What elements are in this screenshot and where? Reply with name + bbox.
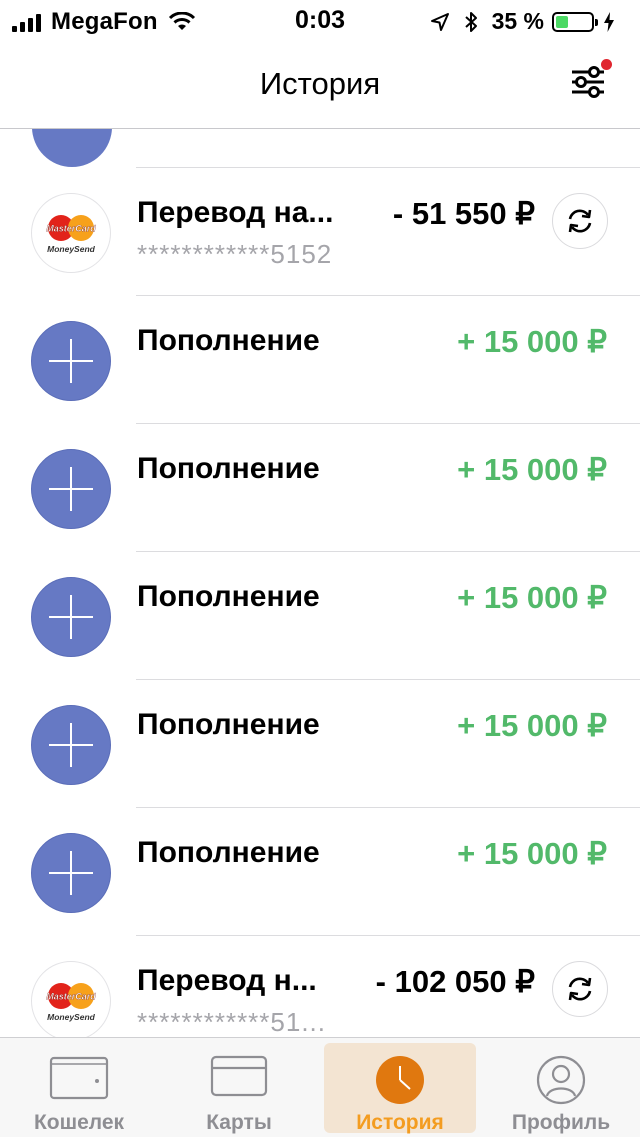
- transaction-row[interactable]: Пополнение + 15 000 ₽: [0, 296, 640, 424]
- tab-wallet[interactable]: Кошелек: [3, 1043, 155, 1134]
- notification-dot: [601, 59, 612, 70]
- transaction-amount: + 15 000 ₽: [457, 324, 607, 359]
- tab-label: История: [356, 1111, 444, 1134]
- transaction-amount: + 15 000 ₽: [457, 580, 607, 615]
- svg-text:MasterCard: MasterCard: [46, 992, 96, 1002]
- svg-text:MoneySend: MoneySend: [47, 1012, 96, 1022]
- tab-label: Кошелек: [33, 1111, 125, 1134]
- transaction-title: Пополнение: [137, 452, 320, 485]
- transaction-row[interactable]: Пополнение + 15 000 ₽: [0, 424, 640, 552]
- tab-bar: Кошелек Карты История Профиль: [0, 1037, 640, 1137]
- battery-percent: 35 %: [491, 8, 544, 34]
- transaction-amount: + 15 000 ₽: [457, 452, 607, 487]
- tab-cards[interactable]: Карты: [163, 1043, 315, 1134]
- repeat-transfer-button[interactable]: [552, 961, 608, 1017]
- location-arrow-icon: [430, 12, 449, 31]
- masked-card-number: ************51...: [137, 1007, 327, 1037]
- svg-text:MoneySend: MoneySend: [47, 244, 96, 254]
- transaction-row[interactable]: Пополнение + 15 000 ₽: [0, 808, 640, 936]
- plus-topup-icon: [31, 577, 111, 657]
- clock-icon: [376, 1056, 424, 1104]
- plus-topup-icon: [31, 833, 111, 913]
- tab-label: Карты: [206, 1111, 272, 1134]
- transaction-amount: - 102 050 ₽: [375, 964, 535, 999]
- page-title: История: [259, 66, 381, 101]
- mastercard-moneysend-logo-icon: MasterCard MoneySend: [31, 193, 111, 273]
- transaction-title: Перевод н...: [137, 964, 317, 997]
- charging-bolt-icon: [604, 11, 614, 32]
- plus-topup-icon: [31, 449, 111, 529]
- navigation-bar: История: [0, 40, 640, 129]
- svg-text:MasterCard: MasterCard: [46, 224, 96, 234]
- repeat-arrows-icon: [568, 209, 592, 233]
- plus-topup-icon: [31, 705, 111, 785]
- repeat-arrows-icon: [568, 977, 592, 1001]
- masked-card-number: ************5152: [137, 239, 333, 269]
- mastercard-moneysend-logo-icon: MasterCard MoneySend: [31, 961, 111, 1037]
- transaction-row[interactable]: Пополнение + 15 000 ₽: [0, 552, 640, 680]
- transaction-list[interactable]: MasterCard MoneySend Перевод на... *****…: [0, 129, 640, 1037]
- transaction-row[interactable]: MasterCard MoneySend Перевод н... ******…: [0, 936, 640, 1037]
- transaction-title: Пополнение: [137, 324, 320, 357]
- card-icon: [210, 1055, 268, 1097]
- profile-icon: [536, 1055, 586, 1105]
- tab-history[interactable]: История: [324, 1043, 476, 1134]
- wallet-icon: [49, 1056, 109, 1100]
- tab-label: Профиль: [511, 1111, 611, 1134]
- transaction-title: Пополнение: [137, 580, 320, 613]
- transaction-amount: + 15 000 ₽: [457, 836, 607, 871]
- transaction-title: Пополнение: [137, 836, 320, 869]
- filter-button[interactable]: [568, 59, 612, 102]
- status-bar: MegaFon 0:03 35 %: [0, 0, 640, 40]
- tab-profile[interactable]: Профиль: [485, 1043, 637, 1134]
- transaction-amount: - 51 550 ₽: [392, 196, 535, 231]
- topup-avatar-icon: [32, 129, 112, 167]
- battery-icon: [552, 11, 598, 32]
- transaction-title: Перевод на...: [137, 196, 334, 229]
- transaction-row[interactable]: Пополнение + 15 000 ₽: [0, 680, 640, 808]
- bluetooth-icon: [464, 11, 477, 32]
- transaction-row[interactable]: MasterCard MoneySend Перевод на... *****…: [0, 168, 640, 296]
- repeat-transfer-button[interactable]: [552, 193, 608, 249]
- transaction-amount: + 15 000 ₽: [457, 708, 607, 743]
- transaction-title: Пополнение: [137, 708, 320, 741]
- plus-topup-icon: [31, 321, 111, 401]
